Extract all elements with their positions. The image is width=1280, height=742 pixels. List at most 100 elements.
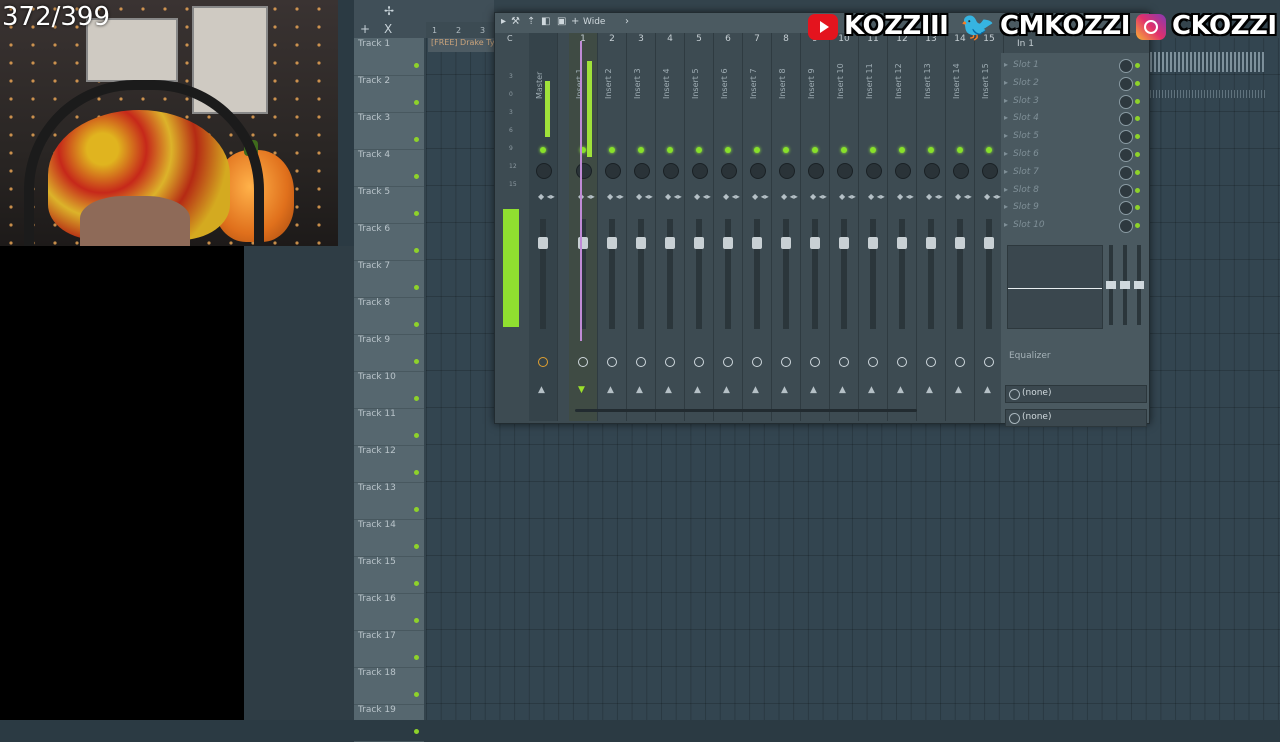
route-arrow-icon[interactable]: ▲ bbox=[636, 385, 643, 395]
fader-handle[interactable] bbox=[984, 237, 994, 249]
mute-led[interactable] bbox=[696, 147, 702, 153]
mute-led[interactable] bbox=[783, 147, 789, 153]
stereo-separation-icon[interactable]: ◆ ◂▸ bbox=[955, 193, 972, 201]
fader-handle[interactable] bbox=[897, 237, 907, 249]
insert-strip[interactable]: 1Insert 1◆ ◂▸▼ bbox=[569, 33, 598, 421]
slot-menu-arrow-icon[interactable]: ▸ bbox=[1004, 167, 1008, 176]
route-arrow-icon[interactable]: ▲ bbox=[781, 385, 788, 395]
track-enable-led[interactable] bbox=[414, 137, 419, 142]
slot-menu-arrow-icon[interactable]: ▸ bbox=[1004, 96, 1008, 105]
slot-menu-arrow-icon[interactable]: ▸ bbox=[1004, 131, 1008, 140]
route-arrow-icon[interactable]: ▲ bbox=[839, 385, 846, 395]
menu-arrow-icon[interactable]: ▸ bbox=[501, 16, 506, 27]
mute-led[interactable] bbox=[899, 147, 905, 153]
volume-fader[interactable] bbox=[754, 219, 760, 329]
slot-enable-led[interactable] bbox=[1135, 116, 1140, 122]
slot-enable-led[interactable] bbox=[1135, 98, 1140, 104]
audio-waveform[interactable] bbox=[1150, 90, 1266, 98]
upload-icon[interactable]: ⇡ bbox=[527, 16, 535, 27]
effect-slot[interactable]: ▸ Slot 3 bbox=[1001, 93, 1149, 111]
stereo-separation-icon[interactable]: ◆ ◂▸ bbox=[723, 193, 740, 201]
stereo-separation-icon[interactable]: ◆ ◂▸ bbox=[538, 193, 555, 201]
volume-fader[interactable] bbox=[841, 219, 847, 329]
route-arrow-icon[interactable]: ▲ bbox=[868, 385, 875, 395]
volume-fader[interactable] bbox=[540, 219, 546, 329]
mute-led[interactable] bbox=[638, 147, 644, 153]
volume-fader[interactable] bbox=[783, 219, 789, 329]
audio-waveform[interactable] bbox=[1150, 52, 1266, 72]
track-enable-led[interactable] bbox=[414, 729, 419, 734]
effect-slot[interactable]: ▸ Slot 4 bbox=[1001, 110, 1149, 128]
track-header[interactable]: Track 6 bbox=[354, 223, 424, 261]
mute-led[interactable] bbox=[812, 147, 818, 153]
route-arrow-icon[interactable]: ▲ bbox=[926, 385, 933, 395]
record-arm-icon[interactable] bbox=[868, 357, 878, 367]
slot-mix-knob[interactable] bbox=[1119, 94, 1133, 109]
input-select[interactable]: (none) bbox=[1005, 385, 1147, 403]
route-arrow-icon[interactable]: ▲ bbox=[897, 385, 904, 395]
stereo-separation-icon[interactable]: ◆ ◂▸ bbox=[839, 193, 856, 201]
effect-slot[interactable]: ▸ Slot 5 bbox=[1001, 128, 1149, 146]
fader-handle[interactable] bbox=[926, 237, 936, 249]
pan-knob[interactable] bbox=[837, 163, 853, 179]
insert-strip[interactable]: 9Insert 9◆ ◂▸▲ bbox=[801, 33, 830, 421]
slot-mix-knob[interactable] bbox=[1119, 130, 1133, 145]
track-enable-led[interactable] bbox=[414, 507, 419, 512]
insert-strip[interactable]: 8 Insert 8 ◆ ◂▸ ▲ bbox=[772, 33, 801, 421]
route-arrow-icon[interactable]: ▼ bbox=[578, 385, 585, 395]
mute-led[interactable] bbox=[754, 147, 760, 153]
track-enable-led[interactable] bbox=[414, 433, 419, 438]
route-arrow-icon[interactable]: ▲ bbox=[723, 385, 730, 395]
track-header[interactable]: Track 18 bbox=[354, 667, 424, 705]
insert-strip[interactable]: 3 Insert 3 ◆ ◂▸ ▲ bbox=[627, 33, 656, 421]
playlist-close-x[interactable]: X bbox=[384, 22, 392, 36]
slot-mix-knob[interactable] bbox=[1119, 148, 1133, 162]
pan-knob[interactable] bbox=[536, 163, 552, 179]
slot-enable-led[interactable] bbox=[1135, 205, 1140, 211]
effect-slot[interactable]: ▸ Slot 7 bbox=[1001, 164, 1149, 182]
fader-handle[interactable] bbox=[810, 237, 820, 249]
slot-menu-arrow-icon[interactable]: ▸ bbox=[1004, 220, 1008, 229]
insert-strip[interactable]: 7 Insert 7 ◆ ◂▸ ▲ bbox=[743, 33, 772, 421]
effect-slot[interactable]: ▸ Slot 2 bbox=[1001, 75, 1149, 93]
stereo-separation-icon[interactable]: ◆ ◂▸ bbox=[607, 193, 624, 201]
fader-handle[interactable] bbox=[607, 237, 617, 249]
slot-mix-knob[interactable] bbox=[1119, 219, 1133, 234]
volume-fader[interactable] bbox=[957, 219, 963, 329]
pan-knob[interactable] bbox=[576, 163, 592, 179]
track-header[interactable]: Track 19 bbox=[354, 704, 424, 742]
fader-handle[interactable] bbox=[781, 237, 791, 249]
record-arm-icon[interactable] bbox=[752, 357, 762, 367]
track-header[interactable]: Track 17 bbox=[354, 630, 424, 668]
track-enable-led[interactable] bbox=[414, 470, 419, 475]
stereo-separation-icon[interactable]: ◆ ◂▸ bbox=[926, 193, 943, 201]
slot-enable-led[interactable] bbox=[1135, 80, 1140, 86]
track-header[interactable]: Track 10 bbox=[354, 371, 424, 409]
track-enable-led[interactable] bbox=[414, 655, 419, 660]
insert-strip[interactable]: 11 Insert 11 ◆ ◂▸ ▲ bbox=[859, 33, 888, 421]
slot-enable-led[interactable] bbox=[1135, 187, 1140, 193]
route-arrow-icon[interactable]: ▲ bbox=[984, 385, 991, 395]
insert-strip[interactable]: 6 Insert 6 ◆ ◂▸ ▲ bbox=[714, 33, 743, 421]
insert-strip[interactable]: 2 Insert 2 ◆ ◂▸ ▲ bbox=[598, 33, 627, 421]
volume-fader[interactable] bbox=[928, 219, 934, 329]
insert-strip[interactable]: 4 Insert 4 ◆ ◂▸ ▲ bbox=[656, 33, 685, 421]
pan-knob[interactable] bbox=[866, 163, 882, 179]
volume-fader[interactable] bbox=[899, 219, 905, 329]
track-enable-led[interactable] bbox=[414, 63, 419, 68]
track-header[interactable]: Track 13 bbox=[354, 482, 424, 520]
effect-slot[interactable]: ▸ Slot 10 bbox=[1001, 217, 1149, 235]
eq-graph[interactable] bbox=[1007, 245, 1103, 329]
slot-enable-led[interactable] bbox=[1135, 169, 1140, 175]
eq-band-handle[interactable] bbox=[1106, 281, 1116, 289]
track-enable-led[interactable] bbox=[414, 174, 419, 179]
pan-knob[interactable] bbox=[634, 163, 650, 179]
track-header[interactable]: Track 2 bbox=[354, 75, 424, 113]
record-arm-icon[interactable] bbox=[781, 357, 791, 367]
record-arm-icon[interactable] bbox=[926, 357, 936, 367]
volume-fader[interactable] bbox=[638, 219, 644, 329]
slot-mix-knob[interactable] bbox=[1119, 112, 1133, 127]
mute-led[interactable] bbox=[986, 147, 992, 153]
mute-led[interactable] bbox=[725, 147, 731, 153]
track-header[interactable]: Track 11 bbox=[354, 408, 424, 446]
